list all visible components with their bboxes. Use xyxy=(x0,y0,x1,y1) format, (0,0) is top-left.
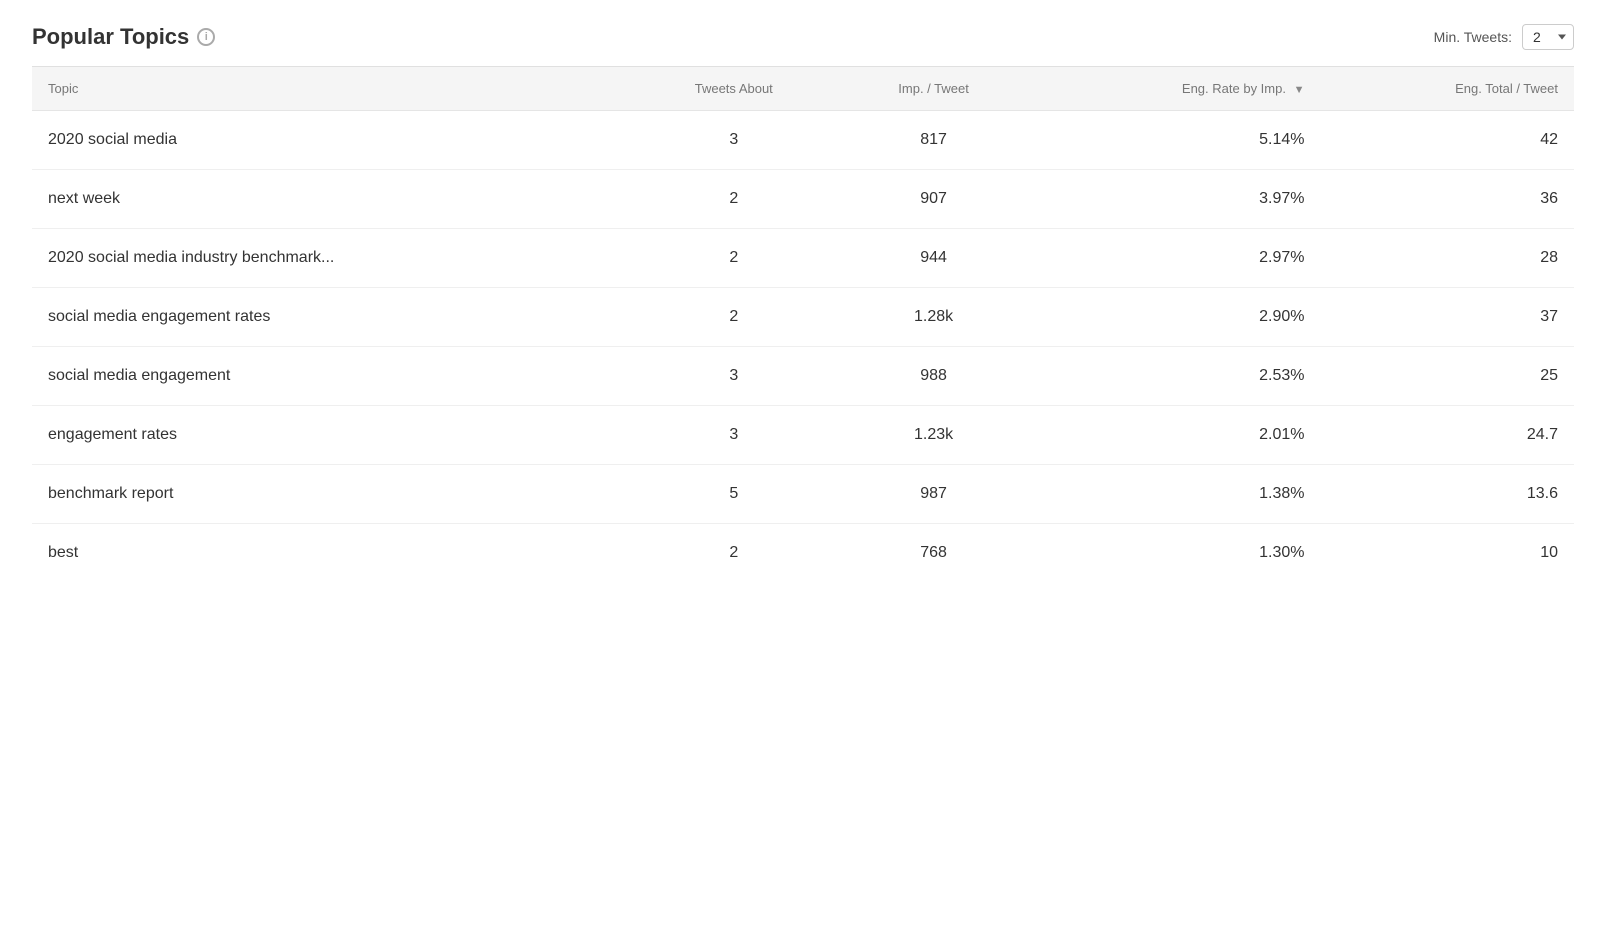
header-left: Popular Topics i xyxy=(32,24,215,50)
table-row: engagement rates31.23k2.01%24.7 xyxy=(32,406,1574,465)
cell-eng-total: 37 xyxy=(1320,288,1574,347)
cell-topic: social media engagement xyxy=(32,347,630,406)
min-tweets-label: Min. Tweets: xyxy=(1434,29,1512,45)
cell-topic: 2020 social media xyxy=(32,111,630,170)
cell-imp-per-tweet: 988 xyxy=(837,347,1030,406)
table-row: next week29073.97%36 xyxy=(32,170,1574,229)
cell-imp-per-tweet: 944 xyxy=(837,229,1030,288)
cell-tweets-about: 3 xyxy=(630,111,837,170)
cell-eng-total: 28 xyxy=(1320,229,1574,288)
table-body: 2020 social media38175.14%42next week290… xyxy=(32,111,1574,583)
table-row: social media engagement39882.53%25 xyxy=(32,347,1574,406)
table-row: social media engagement rates21.28k2.90%… xyxy=(32,288,1574,347)
table-header-row: Topic Tweets About Imp. / Tweet Eng. Rat… xyxy=(32,67,1574,111)
page-header: Popular Topics i Min. Tweets: 2 3 5 10 xyxy=(32,24,1574,50)
col-header-imp-per-tweet: Imp. / Tweet xyxy=(837,67,1030,111)
cell-tweets-about: 2 xyxy=(630,170,837,229)
cell-tweets-about: 5 xyxy=(630,465,837,524)
page-container: Popular Topics i Min. Tweets: 2 3 5 10 T… xyxy=(0,0,1606,932)
cell-topic: 2020 social media industry benchmark... xyxy=(32,229,630,288)
table-row: best27681.30%10 xyxy=(32,524,1574,583)
table-header: Topic Tweets About Imp. / Tweet Eng. Rat… xyxy=(32,67,1574,111)
cell-imp-per-tweet: 817 xyxy=(837,111,1030,170)
cell-eng-total: 36 xyxy=(1320,170,1574,229)
cell-eng-total: 42 xyxy=(1320,111,1574,170)
cell-tweets-about: 3 xyxy=(630,347,837,406)
min-tweets-select[interactable]: 2 3 5 10 xyxy=(1522,24,1574,50)
cell-eng-total: 10 xyxy=(1320,524,1574,583)
col-header-topic: Topic xyxy=(32,67,630,111)
table-row: benchmark report59871.38%13.6 xyxy=(32,465,1574,524)
cell-tweets-about: 2 xyxy=(630,524,837,583)
cell-topic: social media engagement rates xyxy=(32,288,630,347)
cell-topic: next week xyxy=(32,170,630,229)
cell-eng-total: 25 xyxy=(1320,347,1574,406)
cell-imp-per-tweet: 907 xyxy=(837,170,1030,229)
cell-eng-total: 13.6 xyxy=(1320,465,1574,524)
table-row: 2020 social media industry benchmark...2… xyxy=(32,229,1574,288)
cell-tweets-about: 3 xyxy=(630,406,837,465)
cell-eng-rate: 2.01% xyxy=(1030,406,1321,465)
col-header-eng-total: Eng. Total / Tweet xyxy=(1320,67,1574,111)
page-title: Popular Topics xyxy=(32,24,189,50)
cell-eng-rate: 1.30% xyxy=(1030,524,1321,583)
cell-imp-per-tweet: 987 xyxy=(837,465,1030,524)
info-icon[interactable]: i xyxy=(197,28,215,46)
cell-tweets-about: 2 xyxy=(630,229,837,288)
cell-eng-rate: 2.53% xyxy=(1030,347,1321,406)
cell-imp-per-tweet: 1.23k xyxy=(837,406,1030,465)
cell-eng-total: 24.7 xyxy=(1320,406,1574,465)
cell-eng-rate: 2.97% xyxy=(1030,229,1321,288)
sort-icon: ▼ xyxy=(1294,84,1305,96)
cell-eng-rate: 3.97% xyxy=(1030,170,1321,229)
cell-eng-rate: 5.14% xyxy=(1030,111,1321,170)
cell-topic: best xyxy=(32,524,630,583)
col-header-eng-rate[interactable]: Eng. Rate by Imp. ▼ xyxy=(1030,67,1321,111)
cell-topic: benchmark report xyxy=(32,465,630,524)
table-row: 2020 social media38175.14%42 xyxy=(32,111,1574,170)
cell-eng-rate: 2.90% xyxy=(1030,288,1321,347)
cell-tweets-about: 2 xyxy=(630,288,837,347)
cell-imp-per-tweet: 768 xyxy=(837,524,1030,583)
cell-topic: engagement rates xyxy=(32,406,630,465)
cell-eng-rate: 1.38% xyxy=(1030,465,1321,524)
min-tweets-select-wrapper: 2 3 5 10 xyxy=(1522,24,1574,50)
popular-topics-table: Topic Tweets About Imp. / Tweet Eng. Rat… xyxy=(32,67,1574,582)
cell-imp-per-tweet: 1.28k xyxy=(837,288,1030,347)
header-right: Min. Tweets: 2 3 5 10 xyxy=(1434,24,1574,50)
col-header-tweets-about: Tweets About xyxy=(630,67,837,111)
